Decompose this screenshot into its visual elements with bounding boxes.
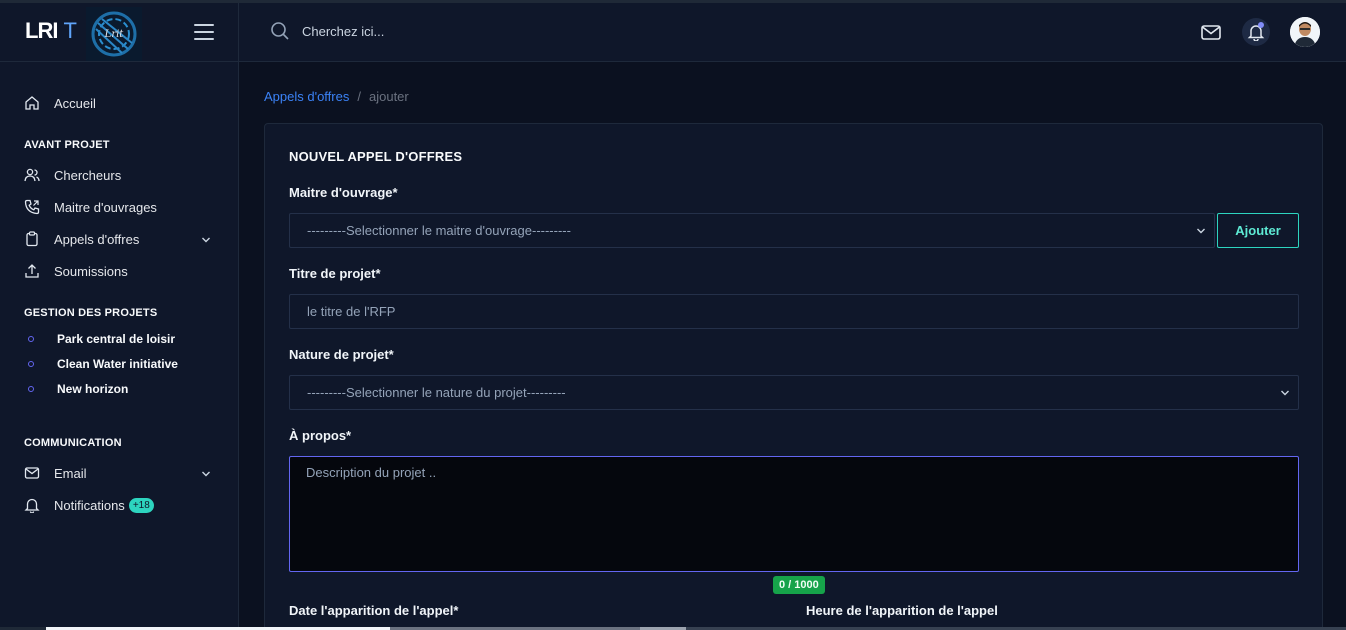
sidebar: Accueil AVANT PROJET Chercheurs Maitre d… [0, 62, 239, 630]
brand: LRI T Lrit [0, 3, 239, 62]
sidebar-item-accueil[interactable]: Accueil [24, 95, 96, 111]
phone-icon [24, 199, 40, 215]
sidebar-item-label: Email [54, 465, 87, 481]
section-title-avant-projet: AVANT PROJET [24, 139, 110, 151]
sidebar-item-notifications[interactable]: Notifications +18 [24, 497, 154, 513]
sidebar-project-clean-water[interactable]: Clean Water initiative [28, 357, 178, 371]
owner-label: Maitre d'ouvrage* [289, 185, 398, 200]
mail-icon[interactable] [1200, 21, 1222, 43]
character-counter: 0 / 1000 [773, 576, 825, 594]
date-label: Date l'apparition de l'appel* [289, 603, 459, 618]
section-title-communication: COMMUNICATION [24, 437, 122, 449]
top-actions [1200, 17, 1320, 47]
breadcrumb-separator: / [357, 89, 361, 104]
nature-select-value: ---------Selectionner le nature du proje… [307, 385, 566, 400]
about-textarea[interactable] [289, 456, 1299, 572]
title-label: Titre de projet* [289, 266, 381, 281]
brand-name[interactable]: LRI T [25, 18, 77, 44]
owner-select-value: ---------Selectionner le maitre d'ouvrag… [307, 223, 571, 238]
form-card: NOUVEL APPEL D'OFFRES Maitre d'ouvrage* … [264, 123, 1323, 630]
bullet-icon [28, 336, 34, 342]
breadcrumb-link-appels-offres[interactable]: Appels d'offres [264, 89, 349, 104]
sidebar-item-label: Chercheurs [54, 167, 122, 183]
brand-logo-text: Lrit [104, 28, 124, 40]
sidebar-item-maitre-ouvrages[interactable]: Maitre d'ouvrages [24, 199, 157, 215]
sidebar-item-chercheurs[interactable]: Chercheurs [24, 167, 121, 183]
users-icon [24, 168, 40, 182]
sidebar-item-label: Maitre d'ouvrages [54, 199, 157, 215]
breadcrumb: Appels d'offres / ajouter [264, 89, 409, 104]
search-input[interactable] [302, 23, 602, 39]
upload-icon [25, 264, 39, 278]
breadcrumb-current: ajouter [368, 89, 409, 104]
sidebar-item-label: Accueil [54, 95, 96, 111]
nature-label: Nature de projet* [289, 347, 394, 362]
bullet-icon [28, 361, 34, 367]
notification-dot [1258, 22, 1264, 28]
sidebar-item-label: Soumissions [54, 263, 128, 279]
project-label: Park central de loisir [57, 332, 176, 346]
brand-logo: Lrit [86, 7, 142, 61]
sidebar-project-new-horizon[interactable]: New horizon [28, 382, 128, 396]
mail-icon [24, 467, 40, 479]
search-icon [271, 22, 289, 40]
bell-icon [24, 498, 40, 513]
sidebar-item-appels-offres[interactable]: Appels d'offres [24, 231, 139, 247]
owner-select[interactable]: ---------Selectionner le maitre d'ouvrag… [289, 213, 1215, 248]
project-label: New horizon [57, 382, 129, 396]
about-label: À propos* [289, 428, 352, 443]
search-bar [270, 21, 602, 41]
nature-select[interactable]: ---------Selectionner le nature du proje… [289, 375, 1299, 410]
add-owner-button[interactable]: Ajouter [1217, 213, 1299, 248]
clipboard-icon [26, 231, 38, 247]
home-icon [25, 96, 39, 110]
sidebar-project-park-central[interactable]: Park central de loisir [28, 332, 175, 346]
chevron-down-icon [1197, 228, 1205, 234]
sidebar-item-soumissions[interactable]: Soumissions [24, 263, 128, 279]
title-input-placeholder: le titre de l'RFP [307, 304, 396, 319]
project-label: Clean Water initiative [57, 357, 178, 371]
sidebar-item-email[interactable]: Email [24, 465, 87, 481]
form-title: NOUVEL APPEL D'OFFRES [289, 149, 463, 164]
menu-toggle-button[interactable] [194, 24, 214, 40]
sidebar-item-label: Appels d'offres [54, 231, 140, 247]
avatar[interactable] [1290, 17, 1320, 47]
notifications-count-badge: +18 [128, 497, 154, 513]
top-bar: LRI T Lrit [0, 0, 1346, 62]
time-label: Heure de l'apparition de l'appel [806, 603, 998, 618]
bullet-icon [28, 386, 34, 392]
sidebar-item-label: Notifications [54, 497, 125, 513]
chevron-down-icon[interactable] [201, 469, 211, 479]
chevron-down-icon [1281, 390, 1289, 396]
notifications-button[interactable] [1242, 18, 1270, 46]
title-input[interactable]: le titre de l'RFP [289, 294, 1299, 329]
section-title-gestion-projets: GESTION DES PROJETS [24, 307, 158, 319]
chevron-down-icon[interactable] [201, 235, 211, 245]
